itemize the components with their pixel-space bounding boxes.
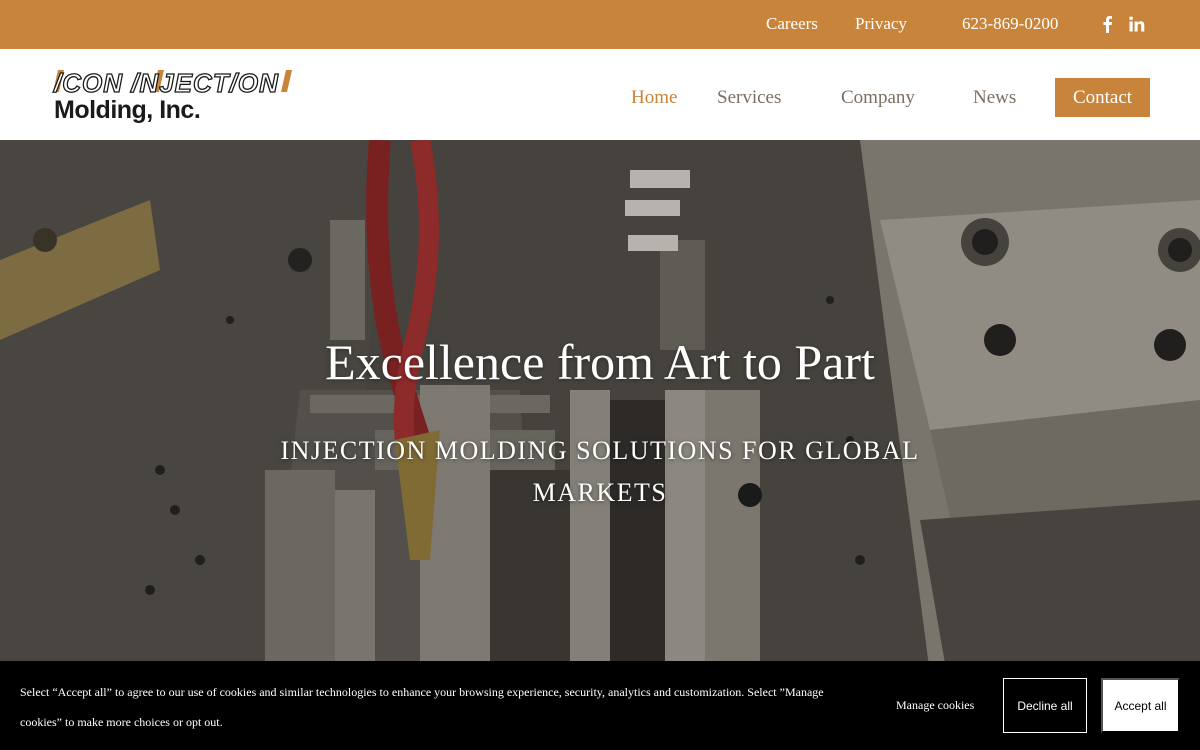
- manage-cookies-link[interactable]: Manage cookies: [896, 697, 974, 713]
- accept-all-button[interactable]: Accept all: [1101, 678, 1180, 733]
- company-logo[interactable]: /CON /NJECT/ON Molding, Inc.: [53, 67, 354, 126]
- top-utility-bar: Careers Privacy 623-869-0200: [0, 0, 1200, 49]
- nav-home[interactable]: Home: [631, 87, 677, 109]
- hero-title: Excellence from Art to Part: [325, 334, 875, 390]
- logo-line-1: /CON /NJECT/ON: [53, 67, 279, 98]
- facebook-icon[interactable]: [1096, 12, 1118, 36]
- phone-link[interactable]: 623-869-0200: [962, 14, 1058, 34]
- hero-banner: Excellence from Art to Part INJECTION MO…: [0, 140, 1200, 750]
- cookie-message: Select “Accept all” to agree to our use …: [20, 685, 824, 729]
- decline-all-button[interactable]: Decline all: [1003, 678, 1087, 733]
- hero-subtitle: INJECTION MOLDING SOLUTIONS FOR GLOBAL M…: [280, 436, 920, 507]
- nav-services[interactable]: Services: [717, 87, 781, 109]
- nav-news[interactable]: News: [973, 87, 1016, 109]
- privacy-link[interactable]: Privacy: [855, 14, 907, 34]
- cookie-banner: Select “Accept all” to agree to our use …: [0, 661, 1200, 750]
- nav-company[interactable]: Company: [841, 87, 915, 109]
- logo-line-2: Molding, Inc.: [54, 96, 201, 124]
- careers-link[interactable]: Careers: [766, 14, 818, 34]
- contact-button[interactable]: Contact: [1055, 78, 1150, 117]
- linkedin-icon[interactable]: [1126, 12, 1148, 36]
- site-header: /CON /NJECT/ON Molding, Inc. Home Servic…: [0, 49, 1200, 140]
